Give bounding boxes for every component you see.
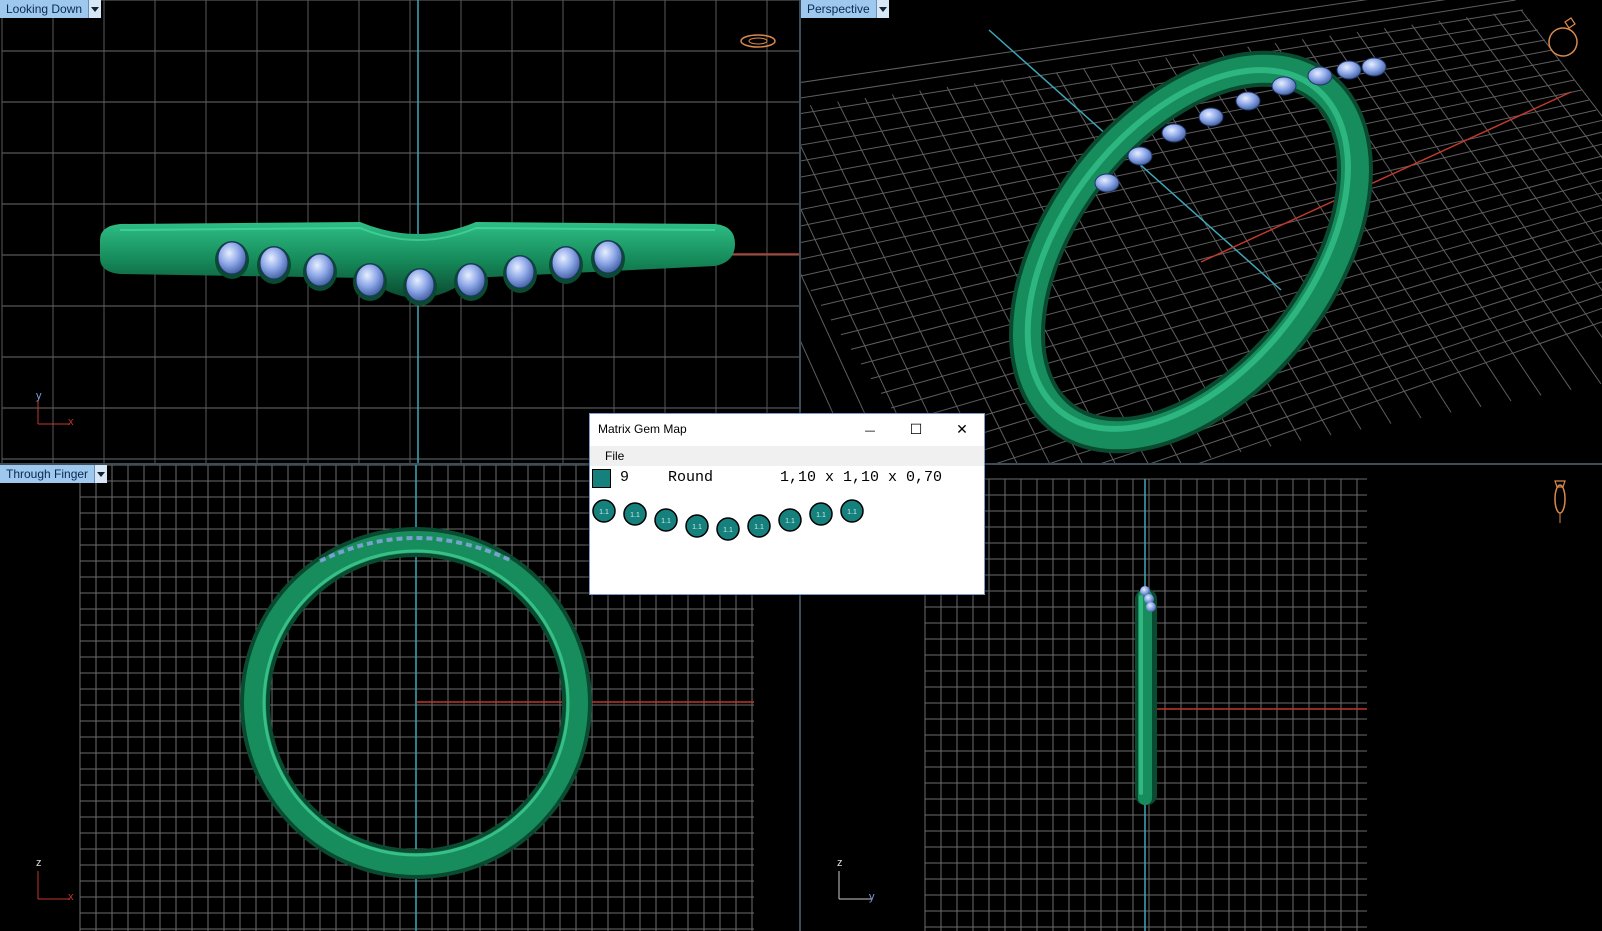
gem-map-label: 1.1	[785, 518, 795, 525]
viewport-label-perspective[interactable]: Perspective	[801, 0, 889, 18]
gem-map-label: 1.1	[630, 512, 640, 519]
viewport-title: Through Finger	[0, 465, 95, 483]
gem-map-label: 1.1	[599, 509, 609, 516]
axis-indicator: y x	[34, 390, 84, 432]
perspective-scene	[801, 0, 1602, 463]
gem-map-label: 1.1	[723, 527, 733, 534]
maximize-button[interactable]: ☐	[898, 418, 934, 442]
axis-h-label: y	[869, 891, 875, 903]
gem-map-item[interactable]: 1.1	[623, 502, 647, 526]
gem-map-item[interactable]: 1.1	[840, 499, 864, 523]
gem-map-item[interactable]: 1.1	[778, 508, 802, 532]
menu-file[interactable]: File	[605, 449, 624, 463]
gem-color-swatch[interactable]	[592, 469, 611, 488]
gem-map-label: 1.1	[754, 524, 764, 531]
dialog-title: Matrix Gem Map	[598, 422, 687, 436]
gem-summary-row[interactable]: 9 Round 1,10 x 1,10 x 0,70	[590, 468, 984, 490]
close-button[interactable]: ✕	[944, 418, 980, 442]
minimize-icon: —	[864, 423, 876, 437]
gem-shape: Round	[668, 469, 714, 486]
axis-indicator: z x	[34, 857, 84, 907]
viewport-label-looking-down[interactable]: Looking Down	[0, 0, 102, 18]
gem-map-item[interactable]: 1.1	[747, 514, 771, 538]
minimize-button[interactable]: —	[852, 418, 888, 442]
viewport-looking-down[interactable]: Looking Down y x	[0, 0, 799, 463]
dialog-title-bar[interactable]: Matrix Gem Map — ☐ ✕	[590, 414, 984, 446]
axis-v-label: z	[36, 857, 42, 869]
viewport-label-through-finger[interactable]: Through Finger	[0, 465, 108, 483]
maximize-icon: ☐	[909, 422, 923, 438]
gem-map-label: 1.1	[847, 509, 857, 516]
gem-map-item[interactable]: 1.1	[809, 502, 833, 526]
viewport-perspective[interactable]: Perspective	[801, 0, 1602, 463]
gem-map-item[interactable]: 1.1	[592, 499, 616, 523]
looking-down-scene	[1, 0, 799, 463]
gem-map-label: 1.1	[661, 518, 671, 525]
gem-map-label: 1.1	[816, 512, 826, 519]
viewport-menu-dropdown[interactable]	[94, 465, 108, 483]
gem-count: 9	[620, 469, 630, 486]
close-icon: ✕	[956, 422, 968, 438]
viewport-menu-dropdown[interactable]	[88, 0, 102, 18]
gem-map-canvas[interactable]: 1.1 1.1 1.1 1.1 1.1 1.1 1.1 1.1 1.1	[590, 494, 984, 554]
gem-map-label: 1.1	[692, 524, 702, 531]
matrix-gem-map-dialog[interactable]: Matrix Gem Map — ☐ ✕ File 9 Round 1,10 x…	[589, 413, 985, 595]
dialog-menubar: File	[590, 446, 984, 466]
axis-v-label: y	[36, 390, 42, 402]
gem-map-item[interactable]: 1.1	[716, 517, 740, 541]
gem-map-item[interactable]: 1.1	[685, 514, 709, 538]
viewport-menu-dropdown[interactable]	[875, 0, 889, 18]
axis-v-label: z	[837, 857, 843, 869]
viewport-title: Perspective	[801, 0, 876, 18]
gem-map-item[interactable]: 1.1	[654, 508, 678, 532]
gem-size: 1,10 x 1,10 x 0,70	[780, 469, 943, 486]
axis-h-label: x	[68, 891, 74, 903]
axis-h-label: x	[68, 416, 74, 428]
axis-indicator: z y	[835, 857, 885, 907]
viewport-title: Looking Down	[0, 0, 89, 18]
